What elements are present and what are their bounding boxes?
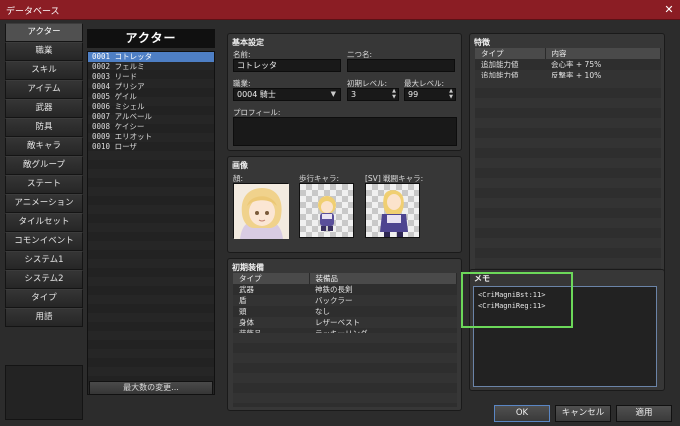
- nav-item-weapons[interactable]: 武器: [5, 99, 83, 118]
- actor-list-item[interactable]: 0005 ゲイル: [88, 92, 214, 102]
- battler-image[interactable]: [365, 183, 420, 238]
- category-nav: アクター 職業 スキル アイテム 武器 防具 敵キャラ 敵グループ ステート ア…: [5, 23, 83, 327]
- close-icon[interactable]: ✕: [658, 0, 680, 20]
- equipment-type-cell: 盾: [233, 295, 309, 306]
- traits-panel: 特徴 タイプ 内容 追加能力値 会心率 + 75% 追加能力値 反撃率 + 10%: [469, 33, 665, 273]
- class-select[interactable]: 0004 騎士 ▼: [233, 88, 341, 101]
- annotation-highlight-box: [461, 272, 573, 328]
- equipment-type-cell: 頭: [233, 306, 309, 317]
- database-window: アクター 職業 スキル アイテム 武器 防具 敵キャラ 敵グループ ステート ア…: [0, 20, 680, 426]
- window-title: データベース: [6, 7, 60, 17]
- actor-list-item[interactable]: 0009 エリオット: [88, 132, 214, 142]
- nav-item-troops[interactable]: 敵グループ: [5, 156, 83, 175]
- images-title: 画像: [232, 161, 248, 170]
- table-row[interactable]: 追加能力値 会心率 + 75%: [475, 59, 661, 70]
- nav-item-enemies[interactable]: 敵キャラ: [5, 137, 83, 156]
- basic-settings-title: 基本設定: [232, 38, 264, 47]
- class-select-value: 0004 騎士: [237, 90, 276, 99]
- actor-list-item[interactable]: 0010 ローザ: [88, 142, 214, 152]
- walk-sprite-image[interactable]: [299, 183, 354, 238]
- profile-field[interactable]: [233, 117, 457, 146]
- equipment-item-cell: レザーベスト: [309, 317, 457, 328]
- stepper-arrows-icon[interactable]: ▲ ▼: [449, 88, 453, 100]
- table-row[interactable]: 盾バックラー: [233, 295, 457, 306]
- nav-item-system1[interactable]: システム1: [5, 251, 83, 270]
- equipment-type-cell: 身体: [233, 317, 309, 328]
- nav-item-armors[interactable]: 防具: [5, 118, 83, 137]
- change-maximum-button[interactable]: 最大数の変更...: [89, 381, 213, 395]
- actor-list-item[interactable]: 0004 プリシア: [88, 82, 214, 92]
- nav-item-classes[interactable]: 職業: [5, 42, 83, 61]
- nav-empty-area: [5, 365, 83, 420]
- face-portrait-icon: [234, 184, 289, 239]
- nickname-field[interactable]: [347, 59, 455, 72]
- initial-level-value: 3: [351, 90, 357, 99]
- initial-equipment-title: 初期装備: [232, 263, 264, 272]
- equipment-table[interactable]: タイプ 装備品 武器神鉄の長剣 盾バックラー 頭なし 身体レザーベスト 装飾品ラ…: [233, 273, 457, 339]
- equipment-type-header: タイプ: [233, 273, 310, 284]
- actor-list[interactable]: 0001 コトレッタ 0002 フェルミ 0003 リード 0004 プリシア …: [87, 51, 215, 395]
- traits-table-empty-rows: [475, 78, 661, 269]
- equipment-item-cell: なし: [309, 306, 457, 317]
- trait-content-cell: 会心率 + 75%: [545, 59, 661, 70]
- actor-list-item[interactable]: 0002 フェルミ: [88, 62, 214, 72]
- nav-item-items[interactable]: アイテム: [5, 80, 83, 99]
- table-row[interactable]: 武器 神鉄の長剣: [233, 284, 457, 295]
- nav-item-animations[interactable]: アニメーション: [5, 194, 83, 213]
- basic-settings-panel: 基本設定 名前: コトレッタ 二つ名: 職業: 0004 騎士 ▼ 初期レベル:…: [227, 33, 462, 151]
- actor-list-header: アクター: [87, 29, 215, 48]
- nav-item-common-events[interactable]: コモンイベント: [5, 232, 83, 251]
- chevron-down-icon: ▼: [330, 90, 336, 98]
- trait-content-header: 内容: [545, 48, 661, 59]
- apply-button[interactable]: 適用: [616, 405, 672, 422]
- actor-list-item[interactable]: 0006 ミシェル: [88, 102, 214, 112]
- equipment-item-header: 装備品: [309, 273, 457, 284]
- battler-sprite-icon: [380, 190, 408, 237]
- actor-list-item[interactable]: 0008 ケイシー: [88, 122, 214, 132]
- actor-list-item[interactable]: 0007 アルベール: [88, 112, 214, 122]
- equipment-item-cell: 神鉄の長剣: [309, 284, 457, 295]
- nav-item-system2[interactable]: システム2: [5, 270, 83, 289]
- actor-list-item[interactable]: 0003 リード: [88, 72, 214, 82]
- equipment-table-header: タイプ 装備品: [233, 273, 457, 284]
- nav-item-terms[interactable]: 用語: [5, 308, 83, 327]
- actor-list-item[interactable]: 0001 コトレッタ: [88, 52, 214, 62]
- ok-button[interactable]: OK: [494, 405, 550, 422]
- trait-type-header: タイプ: [475, 48, 546, 59]
- equipment-table-empty-rows: [233, 333, 457, 407]
- nav-item-tilesets[interactable]: タイルセット: [5, 213, 83, 232]
- equipment-item-cell: バックラー: [309, 295, 457, 306]
- nav-item-actors[interactable]: アクター: [5, 23, 83, 42]
- max-level-value: 99: [408, 90, 419, 99]
- traits-table-header: タイプ 内容: [475, 48, 661, 59]
- initial-equipment-panel: 初期装備 タイプ 装備品 武器 神鉄の長剣 盾バックラー 頭なし 身体 レザーベスト…: [227, 258, 462, 411]
- trait-type-cell: 追加能力値: [475, 59, 545, 70]
- name-field[interactable]: コトレッタ: [233, 59, 341, 72]
- images-panel: 画像 顔: 歩行キャラ: [SV] 戦闘キャラ:: [227, 156, 462, 253]
- traits-table[interactable]: タイプ 内容 追加能力値 会心率 + 75% 追加能力値 反撃率 + 10%: [475, 48, 661, 81]
- initial-level-stepper[interactable]: 3 ▲ ▼: [347, 88, 399, 101]
- table-row[interactable]: 身体 レザーベスト: [233, 317, 457, 328]
- nav-item-types[interactable]: タイプ: [5, 289, 83, 308]
- equipment-type-cell: 武器: [233, 284, 309, 295]
- stepper-arrows-icon[interactable]: ▲ ▼: [392, 88, 396, 100]
- table-row[interactable]: 頭なし: [233, 306, 457, 317]
- max-level-stepper[interactable]: 99 ▲ ▼: [404, 88, 456, 101]
- nav-item-states[interactable]: ステート: [5, 175, 83, 194]
- nav-item-skills[interactable]: スキル: [5, 61, 83, 80]
- face-image[interactable]: [233, 183, 289, 239]
- cancel-button[interactable]: キャンセル: [555, 405, 611, 422]
- traits-title: 特徴: [474, 38, 490, 47]
- walk-sprite-icon: [318, 196, 336, 231]
- title-bar: データベース ✕: [0, 0, 680, 20]
